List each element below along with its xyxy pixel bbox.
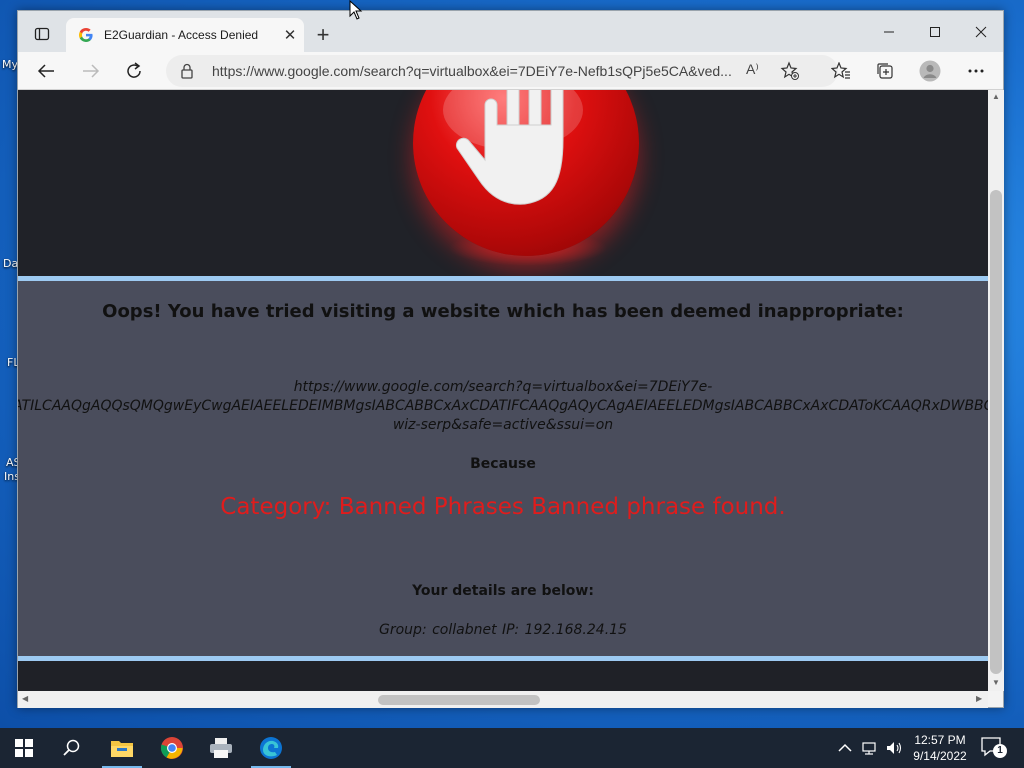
back-button[interactable]	[30, 56, 62, 86]
chrome-button[interactable]	[148, 728, 196, 768]
notification-count-badge: 1	[993, 744, 1007, 758]
toolbar: https://www.google.com/search?q=virtualb…	[18, 52, 1003, 90]
printer-button[interactable]	[197, 728, 245, 768]
more-icon	[968, 69, 984, 73]
folder-icon	[111, 741, 133, 757]
volume-icon[interactable]	[886, 741, 904, 755]
read-aloud-icon[interactable]: A⁾	[746, 61, 759, 78]
forward-button[interactable]	[75, 56, 107, 86]
blocked-url: https://www.google.com/search?q=virtualb…	[18, 378, 988, 435]
new-tab-button[interactable]: +	[310, 23, 336, 49]
tab-bar: E2Guardian - Access Denied ✕ +	[18, 11, 1003, 52]
desktop-icon-label[interactable]: My	[2, 58, 18, 71]
close-window-button[interactable]	[958, 11, 1004, 52]
maximize-button[interactable]	[912, 11, 958, 52]
scroll-down-icon[interactable]: ▼	[992, 678, 1000, 687]
printer-icon	[210, 738, 232, 758]
page-viewport: Oops! You have tried visiting a website …	[18, 90, 988, 691]
back-arrow-icon	[37, 64, 54, 78]
desktop-icon-label[interactable]: Da	[3, 257, 18, 270]
maximize-icon	[930, 26, 940, 37]
minimize-icon	[884, 31, 894, 32]
vertical-scrollbar[interactable]: ▲ ▼	[988, 90, 1004, 691]
browser-window: E2Guardian - Access Denied ✕ + https://w…	[17, 10, 1004, 708]
close-icon	[975, 26, 987, 37]
file-explorer-button[interactable]	[98, 728, 146, 768]
favorites-button[interactable]	[825, 56, 857, 86]
search-icon	[63, 739, 80, 756]
profile-button[interactable]	[914, 56, 946, 86]
clock[interactable]: 12:57 PM 9/14/2022	[905, 732, 975, 764]
edge-icon	[260, 737, 282, 759]
mouse-cursor-icon	[349, 0, 363, 20]
denial-message-panel: Oops! You have tried visiting a website …	[18, 281, 988, 656]
clock-time: 12:57 PM	[914, 733, 966, 747]
clock-date: 9/14/2022	[913, 749, 967, 763]
lock-icon[interactable]	[180, 63, 194, 79]
scroll-up-icon[interactable]: ▲	[992, 92, 1000, 101]
user-details: Group: collabnet IP: 192.168.24.15	[379, 622, 627, 638]
forward-arrow-icon	[83, 64, 100, 78]
avatar-icon	[919, 60, 941, 82]
refresh-button[interactable]	[118, 56, 150, 86]
because-label: Because	[470, 456, 536, 472]
favorites-icon	[831, 62, 850, 79]
google-icon	[79, 28, 93, 42]
scroll-right-icon[interactable]: ▶	[976, 694, 982, 703]
edge-button[interactable]	[247, 728, 295, 768]
search-button[interactable]	[48, 728, 96, 768]
vertical-scroll-thumb[interactable]	[990, 190, 1002, 674]
e2guardian-banner	[18, 90, 988, 276]
details-heading: Your details are below:	[412, 583, 594, 599]
chrome-icon	[160, 737, 183, 759]
settings-menu-button[interactable]	[960, 56, 992, 86]
blocked-url-line: https://www.google.com/search?q=virtualb…	[293, 379, 713, 395]
tab-title: E2Guardian - Access Denied	[104, 28, 259, 42]
address-bar[interactable]: https://www.google.com/search?q=virtualb…	[166, 55, 838, 87]
windows-icon	[15, 739, 33, 757]
tab-close-icon[interactable]: ✕	[278, 26, 302, 44]
minimize-button[interactable]	[866, 11, 912, 52]
tab-e2guardian[interactable]: E2Guardian - Access Denied ✕	[66, 18, 304, 52]
scroll-left-icon[interactable]: ◀	[22, 694, 28, 703]
blocked-url-line: wiz-serp&safe=active&ssui=on	[392, 417, 614, 433]
start-button[interactable]	[0, 728, 48, 768]
horizontal-scrollbar[interactable]: ◀ ▶	[18, 691, 988, 708]
collections-button[interactable]	[869, 56, 901, 86]
stop-hand-icon	[413, 90, 639, 256]
chevron-up-icon[interactable]	[838, 743, 852, 753]
block-reason: Category: Banned Phrases Banned phrase f…	[220, 494, 786, 520]
url-text[interactable]: https://www.google.com/search?q=virtualb…	[212, 63, 742, 79]
horizontal-scroll-thumb[interactable]	[378, 695, 540, 705]
collections-icon	[877, 63, 893, 79]
system-tray	[838, 728, 904, 768]
divider	[18, 656, 988, 661]
tab-actions-icon	[34, 27, 50, 41]
tab-actions-button[interactable]	[27, 21, 57, 47]
blocked-url-line: ATILCAAQgAQQsQMQgwEyCwgAEIAEELEDEIMBMgsI…	[18, 398, 988, 414]
page-title: Oops! You have tried visiting a website …	[102, 301, 904, 322]
refresh-icon	[127, 62, 141, 78]
add-favorite-icon[interactable]	[780, 61, 800, 81]
taskbar: 12:57 PM 9/14/2022 1	[0, 728, 1024, 768]
notification-center-button[interactable]: 1	[980, 736, 1008, 760]
network-icon[interactable]	[862, 741, 880, 755]
